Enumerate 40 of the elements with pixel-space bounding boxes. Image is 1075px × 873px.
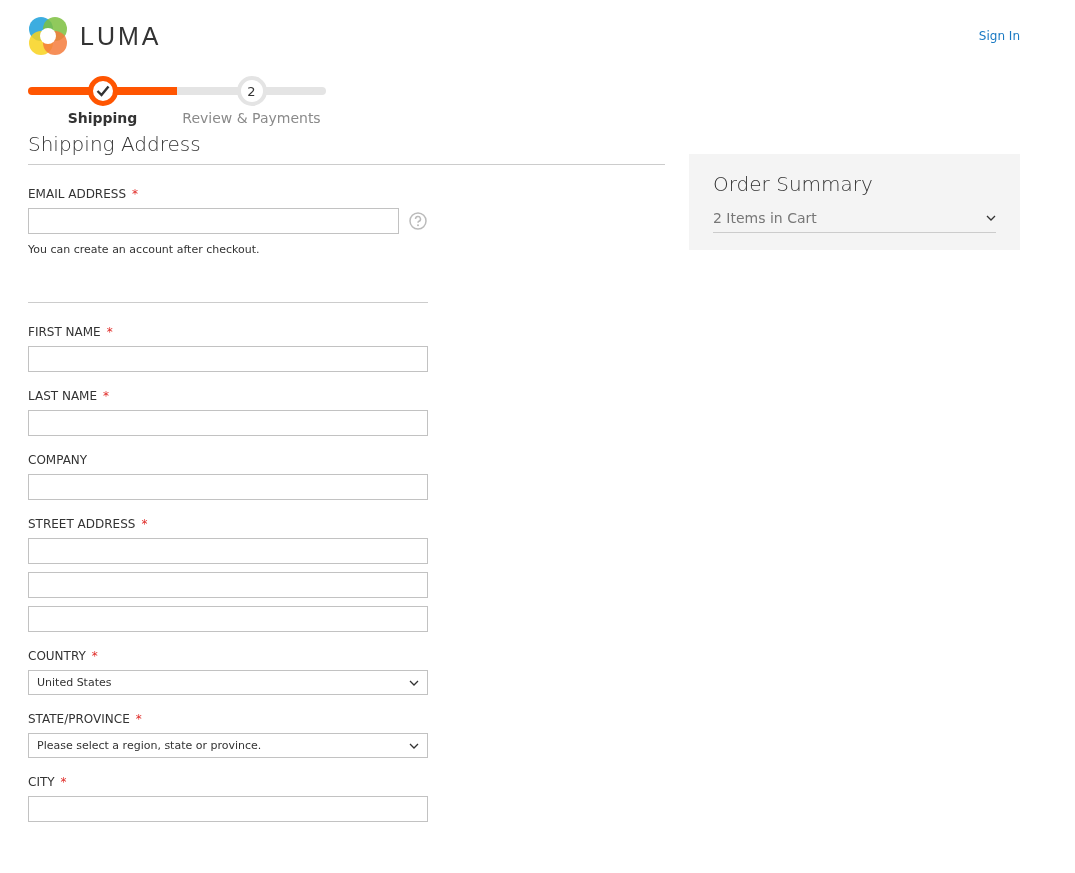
text-field[interactable] bbox=[28, 346, 428, 372]
chevron-down-icon bbox=[986, 215, 996, 221]
required-mark: * bbox=[132, 187, 139, 201]
required-mark: * bbox=[135, 712, 142, 726]
required-mark: * bbox=[103, 389, 110, 403]
field-label: LAST NAME * bbox=[28, 389, 111, 403]
street-address-field[interactable] bbox=[28, 572, 428, 598]
email-hint: You can create an account after checkout. bbox=[28, 243, 261, 256]
field-label: FIRST NAME * bbox=[28, 325, 114, 339]
street-address-field[interactable] bbox=[28, 606, 428, 632]
field-label: EMAIL ADDRESS * bbox=[28, 187, 140, 201]
dropdown-field[interactable]: United States bbox=[28, 670, 428, 695]
chevron-down-icon bbox=[409, 679, 419, 686]
email-field[interactable] bbox=[28, 208, 399, 234]
field-label: STATE/PROVINCE * bbox=[28, 712, 143, 726]
text-field[interactable] bbox=[28, 796, 428, 822]
dropdown-field[interactable]: Please select a region, state or province. bbox=[28, 733, 428, 758]
required-mark: * bbox=[91, 649, 98, 663]
field-label: COUNTRY * bbox=[28, 649, 99, 663]
cart-items-toggle[interactable]: 2 Items in Cart bbox=[713, 196, 996, 233]
required-mark: * bbox=[141, 517, 148, 531]
field-label: CITY * bbox=[28, 775, 68, 789]
step-label[interactable]: Review & Payments bbox=[182, 110, 321, 126]
street-address-field[interactable] bbox=[28, 538, 428, 564]
sign-in-link[interactable]: Sign In bbox=[978, 29, 1020, 43]
logo-icon bbox=[28, 16, 68, 56]
text-field[interactable] bbox=[28, 474, 428, 500]
summary-title: Order Summary bbox=[713, 172, 874, 196]
logo-text: LUMA bbox=[80, 21, 162, 51]
required-mark: * bbox=[60, 775, 67, 789]
text-field[interactable] bbox=[28, 410, 428, 436]
step-number: 2 bbox=[247, 83, 256, 99]
check-icon bbox=[95, 85, 110, 97]
field-label: STREET ADDRESS * bbox=[28, 517, 149, 531]
required-mark: * bbox=[106, 325, 113, 339]
chevron-down-icon bbox=[409, 742, 419, 749]
section-title: Shipping Address bbox=[28, 132, 665, 165]
step-label[interactable]: Shipping bbox=[67, 110, 138, 126]
field-label: COMPANY bbox=[28, 453, 89, 467]
help-icon[interactable] bbox=[409, 212, 427, 230]
